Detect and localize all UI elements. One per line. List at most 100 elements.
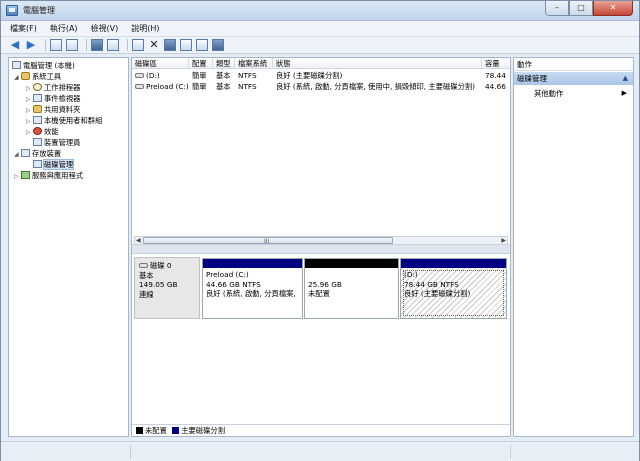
tree-item-root[interactable]: 電腦管理 (本機) <box>12 60 75 71</box>
partition-size: 44.66 GB NTFS <box>206 279 261 289</box>
partition-d[interactable]: (D:) 78.44 GB NTFS 良好 (主要磁碟分割) <box>400 258 507 319</box>
type-cell: 基本 <box>216 82 231 91</box>
collapsed-triangle-icon[interactable]: ▷ <box>26 127 33 138</box>
menu-help[interactable]: 說明(H) <box>131 21 159 36</box>
up-folder-icon[interactable] <box>50 39 62 51</box>
disk-type: 基本 <box>139 270 154 280</box>
tree-item-task-scheduler[interactable]: ▷ 工作排程器 <box>26 82 80 93</box>
collapse-caret-icon[interactable]: ▲ <box>623 72 628 85</box>
layout-cell: 簡單 <box>192 71 207 80</box>
tree-item-services[interactable]: ▷ 服務與應用程式 <box>14 170 83 181</box>
storage-icon <box>21 149 30 157</box>
selection-outline <box>403 270 504 316</box>
actions-section-disk-management[interactable]: 磁碟管理 ▲ <box>514 72 633 85</box>
services-icon <box>21 171 30 179</box>
maximize-button[interactable]: □ <box>569 1 593 16</box>
toolbar-separator <box>127 39 128 51</box>
tree-item-device-manager[interactable]: 裝置管理員 <box>33 137 80 148</box>
volume-list-header: 磁碟區 配置 類型 檔案系統 狀態 容量 <box>132 58 510 69</box>
volume-name: (D:) <box>146 71 160 80</box>
delete-icon[interactable]: ✕ <box>148 39 160 51</box>
status-bar <box>1 441 639 461</box>
close-button[interactable]: ✕ <box>593 1 633 16</box>
tree-item-local-users[interactable]: ▷ 本機使用者和群組 <box>26 115 102 126</box>
expanded-triangle-icon[interactable]: ◢ <box>14 72 21 83</box>
column-header-volume[interactable]: 磁碟區 <box>132 58 189 69</box>
disk-info-box[interactable]: 磁碟 0 基本 149.05 GB 連線 <box>134 257 200 319</box>
tree-item-event-viewer[interactable]: ▷ 事件檢視器 <box>26 93 80 104</box>
partition-name: Preload (C:) <box>206 270 249 279</box>
legend-bar: 未配置 主要磁碟分割 <box>132 424 510 436</box>
tree-label: 服務與應用程式 <box>32 171 84 180</box>
column-header-capacity[interactable]: 容量 <box>482 58 510 69</box>
open-folder-icon[interactable] <box>180 39 192 51</box>
back-arrow-icon[interactable]: ◀ <box>9 39 21 51</box>
column-header-filesystem[interactable]: 檔案系統 <box>235 58 273 69</box>
menu-file[interactable]: 檔案(F) <box>10 21 37 36</box>
tree-item-performance[interactable]: ▷ 效能 <box>26 126 59 137</box>
forward-arrow-icon[interactable]: ▶ <box>25 39 37 51</box>
status-cell: 良好 (主要磁碟分割) <box>276 71 343 80</box>
tree-label: 事件檢視器 <box>44 94 81 103</box>
collapsed-triangle-icon[interactable]: ▷ <box>14 171 21 182</box>
toolbar-separator <box>86 39 87 51</box>
tree-item-disk-management[interactable]: 磁碟管理 <box>33 159 75 170</box>
tree-item-storage[interactable]: ◢ 存放裝置 <box>14 148 61 159</box>
search-icon[interactable] <box>196 39 208 51</box>
properties-icon[interactable] <box>107 39 119 51</box>
more-actions-item[interactable]: 其他動作 ▶ <box>534 88 632 99</box>
toolbar-separator <box>45 39 46 51</box>
table-row[interactable]: (D:) 簡單 基本 NTFS 良好 (主要磁碟分割) 78.44 <box>132 70 510 81</box>
window-controls: – □ ✕ <box>545 1 633 17</box>
format-icon[interactable] <box>212 39 224 51</box>
column-header-status[interactable]: 狀態 <box>273 58 482 69</box>
shared-folder-icon <box>33 105 42 113</box>
partition-band <box>401 259 506 268</box>
menu-action[interactable]: 執行(A) <box>50 21 78 36</box>
menu-view[interactable]: 檢視(V) <box>91 21 119 36</box>
computer-management-icon <box>6 5 18 16</box>
show-hide-tree-icon[interactable] <box>66 39 78 51</box>
tree-label: 裝置管理員 <box>44 138 81 147</box>
scrollbar-thumb[interactable]: III <box>143 237 393 245</box>
actions-pane: 動作 磁碟管理 ▲ 其他動作 ▶ <box>513 57 634 437</box>
app-window: 電腦管理 – □ ✕ 檔案(F) 執行(A) 檢視(V) 說明(H) ◀ ▶ ✕… <box>0 0 640 461</box>
tree-item-shared-folders[interactable]: ▷ 共用資料夾 <box>26 104 80 115</box>
pane-splitter[interactable] <box>132 244 510 254</box>
connect-icon[interactable] <box>164 39 176 51</box>
legend-label-primary: 主要磁碟分割 <box>181 426 225 435</box>
users-icon <box>33 116 42 124</box>
legend-swatch-primary <box>172 427 180 434</box>
capacity-cell: 44.66 <box>485 82 506 91</box>
navigation-tree: 電腦管理 (本機) ◢ 系統工具 ▷ 工作排程器 ▷ 事件檢視器 ▷ 共用資料夾 ▷ 本機… <box>8 57 129 437</box>
tree-label: 共用資料夾 <box>44 105 81 114</box>
legend-label-unallocated: 未配置 <box>145 426 167 435</box>
menu-bar: 檔案(F) 執行(A) 檢視(V) 說明(H) <box>1 21 639 37</box>
capacity-cell: 78.44 <box>485 71 506 80</box>
scroll-right-icon[interactable]: ▶ <box>501 237 506 244</box>
drive-icon <box>135 73 144 78</box>
table-row[interactable]: Preload (C:) 簡單 基本 NTFS 良好 (系統, 啟動, 分頁檔案… <box>132 81 510 92</box>
filesystem-cell: NTFS <box>238 71 257 80</box>
partition-band <box>305 259 398 268</box>
help-icon[interactable] <box>91 39 103 51</box>
expanded-triangle-icon[interactable]: ◢ <box>14 149 21 160</box>
partition-text: 25.96 GB 未配置 <box>305 268 398 301</box>
tree-item-system-tools[interactable]: ◢ 系統工具 <box>14 71 61 82</box>
tree-label: 本機使用者和群組 <box>44 116 103 125</box>
partition-band <box>203 259 302 268</box>
tree-label: 系統工具 <box>32 72 62 81</box>
drive-icon <box>139 263 148 268</box>
status-cell: 良好 (系統, 啟動, 分頁檔案, 使用中, 損毀傾印, 主要磁碟分割) <box>276 82 476 91</box>
minimize-button[interactable]: – <box>545 1 569 16</box>
scroll-left-icon[interactable]: ◀ <box>136 237 141 244</box>
column-header-type[interactable]: 類型 <box>213 58 235 69</box>
partition-c[interactable]: Preload (C:) 44.66 GB NTFS 良好 (系統, 啟動, 分… <box>202 258 303 319</box>
disk-graphical-view: 磁碟 0 基本 149.05 GB 連線 Preload (C:) 44.66 … <box>132 254 510 426</box>
partition-unallocated[interactable]: 25.96 GB 未配置 <box>304 258 399 319</box>
partition-status: 未配置 <box>308 289 330 298</box>
title-bar[interactable]: 電腦管理 – □ ✕ <box>1 1 639 21</box>
legend-swatch-unallocated <box>136 427 143 434</box>
column-header-layout[interactable]: 配置 <box>189 58 213 69</box>
refresh-icon[interactable] <box>132 39 144 51</box>
